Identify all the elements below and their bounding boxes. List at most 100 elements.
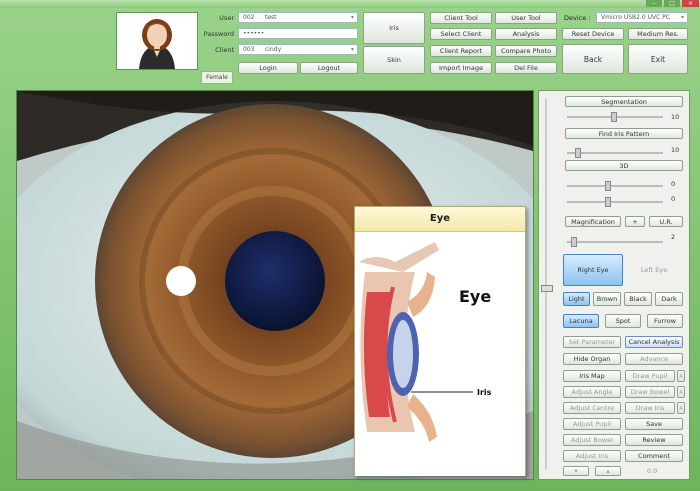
adjust-iris-button[interactable]: Adjust Iris xyxy=(563,450,621,462)
light-button[interactable]: Light xyxy=(563,292,590,306)
cancel-analysis-button[interactable]: Cancel Analysis xyxy=(625,336,683,348)
draw-pupil-button[interactable]: Draw Pupil xyxy=(625,370,675,382)
eye-info-popup[interactable]: Eye Eye Iris xyxy=(354,206,526,476)
3d-value-2: 0 xyxy=(671,195,676,203)
user-code: 002 xyxy=(243,14,255,21)
reset-device-button[interactable]: Reset Device xyxy=(562,28,624,40)
3d-slider-1[interactable] xyxy=(567,181,663,191)
segmentation-slider[interactable] xyxy=(567,112,663,122)
magnification-slider[interactable] xyxy=(567,237,663,247)
close-icon[interactable]: × xyxy=(682,0,699,7)
adjust-centre-button[interactable]: Adjust Centre xyxy=(563,402,621,414)
vertical-slider[interactable] xyxy=(541,99,553,469)
skin-mode-button[interactable]: Skin xyxy=(363,46,425,74)
password-label: Password xyxy=(203,30,234,38)
eye-anatomy-figure: Eye Iris xyxy=(355,232,525,476)
user-name: test xyxy=(265,14,277,21)
ur-button[interactable]: U.R. xyxy=(649,216,683,227)
zoom-plus-button[interactable]: + xyxy=(625,216,645,227)
dark-button[interactable]: Dark xyxy=(655,292,683,306)
slider-handle[interactable] xyxy=(541,285,553,292)
device-label: Device : xyxy=(564,14,591,22)
draw-bowel-button[interactable]: Draw Bowel xyxy=(625,386,675,398)
popup-title: Eye xyxy=(355,207,525,232)
right-eye-button[interactable]: Right Eye xyxy=(563,254,623,286)
clear-iris-button[interactable]: X xyxy=(677,402,685,414)
3d-slider-2[interactable] xyxy=(567,197,663,207)
spot-button[interactable]: Spot xyxy=(605,314,641,328)
slider-knob[interactable] xyxy=(611,112,617,122)
figure-iris-label: Iris xyxy=(477,388,492,397)
find-iris-slider[interactable] xyxy=(567,148,663,158)
chevron-down-icon: ▾ xyxy=(350,46,354,53)
user-label: User xyxy=(219,14,234,22)
client-report-button[interactable]: Client Report xyxy=(430,45,492,57)
slider-knob[interactable] xyxy=(571,237,577,247)
advance-button[interactable]: Advance xyxy=(625,353,683,365)
segmentation-button[interactable]: Segmentation xyxy=(565,96,683,107)
set-parameter-button[interactable]: Set Parameter xyxy=(563,336,621,348)
password-field[interactable]: •••••• xyxy=(238,28,358,39)
slider-knob[interactable] xyxy=(605,181,611,191)
client-code: 003 xyxy=(243,46,255,53)
find-iris-pattern-button[interactable]: Find Iris Pattern xyxy=(565,128,683,139)
login-button[interactable]: Login xyxy=(238,62,298,74)
avatar xyxy=(116,12,198,70)
back-button[interactable]: Back xyxy=(562,44,624,74)
title-bar xyxy=(0,0,700,8)
black-button[interactable]: Black xyxy=(624,292,652,306)
analysis-button[interactable]: Analysis xyxy=(495,28,557,40)
bottom-value: 0.0 xyxy=(647,467,658,475)
save-button[interactable]: Save xyxy=(625,418,683,430)
user-avatar-icon xyxy=(117,13,197,69)
review-button[interactable]: Review xyxy=(625,434,683,446)
maximize-icon[interactable]: □ xyxy=(664,0,680,7)
adjust-bowel-button[interactable]: Adjust Bowel xyxy=(563,434,621,446)
slider-knob[interactable] xyxy=(605,197,611,207)
magnification-button[interactable]: Magnification xyxy=(565,216,621,227)
client-select[interactable]: 003 cindy ▾ xyxy=(238,44,358,55)
client-tool-button[interactable]: Client Tool xyxy=(430,12,492,24)
gender-badge: Female xyxy=(201,71,233,84)
figure-title: Eye xyxy=(459,287,491,306)
device-value: Vmicro USB2.0 UVC PC xyxy=(601,14,670,21)
draw-iris-button[interactable]: Draw Iris xyxy=(625,402,675,414)
client-name: cindy xyxy=(265,46,282,53)
3d-button[interactable]: 3D xyxy=(565,160,683,171)
hide-organ-button[interactable]: Hide Organ xyxy=(563,353,621,365)
import-image-button[interactable]: Import Image xyxy=(430,62,492,74)
control-panel: Segmentation 10 Find Iris Pattern 10 3D … xyxy=(538,90,690,480)
client-label: Client xyxy=(215,46,234,54)
clear-bowel-button[interactable]: X xyxy=(677,386,685,398)
logout-button[interactable]: Logout xyxy=(300,62,358,74)
magnification-value: 2 xyxy=(671,233,676,241)
find-iris-value: 10 xyxy=(671,146,680,154)
compare-photo-button[interactable]: Compare Photo xyxy=(495,45,557,57)
device-select[interactable]: Vmicro USB2.0 UVC PC ▾ xyxy=(596,12,688,23)
clear-pupil-button[interactable]: X xyxy=(677,370,685,382)
left-eye-button[interactable]: Left Eye xyxy=(625,254,683,286)
chevron-down-icon: ▾ xyxy=(350,14,354,21)
step-down-button[interactable]: ▾ xyxy=(563,466,589,476)
comment-button[interactable]: Comment xyxy=(625,450,683,462)
adjust-angle-button[interactable]: Adjust Angle xyxy=(563,386,621,398)
adjust-pupil-button[interactable]: Adjust Pupil xyxy=(563,418,621,430)
lacuna-button[interactable]: Lacuna xyxy=(563,314,599,328)
top-toolbar: Female User 002 test ▾ Password •••••• C… xyxy=(0,8,700,84)
exit-button[interactable]: Exit xyxy=(628,44,688,74)
brown-button[interactable]: Brown xyxy=(593,292,621,306)
del-file-button[interactable]: Del File xyxy=(495,62,557,74)
user-tool-button[interactable]: User Tool xyxy=(495,12,557,24)
resolution-button[interactable]: Medium Res. xyxy=(628,28,688,40)
segmentation-value: 10 xyxy=(671,113,680,121)
user-select[interactable]: 002 test ▾ xyxy=(238,12,358,23)
minimize-icon[interactable]: – xyxy=(646,0,662,7)
step-up-button[interactable]: ▴ xyxy=(595,466,621,476)
iris-map-button[interactable]: Iris Map xyxy=(563,370,621,382)
iris-mode-button[interactable]: Iris xyxy=(363,12,425,44)
furrow-button[interactable]: Furrow xyxy=(647,314,683,328)
3d-value-1: 0 xyxy=(671,180,676,188)
chevron-down-icon: ▾ xyxy=(680,14,684,21)
select-client-button[interactable]: Select Client xyxy=(430,28,492,40)
slider-knob[interactable] xyxy=(575,148,581,158)
